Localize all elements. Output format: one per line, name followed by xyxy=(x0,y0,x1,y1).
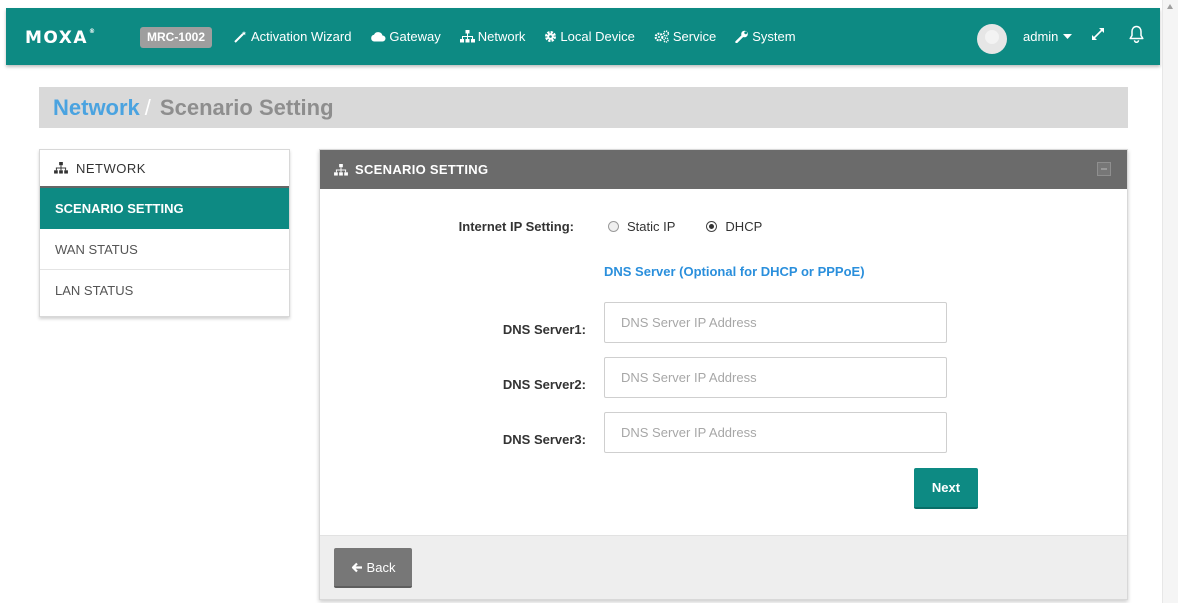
model-badge: MRC-1002 xyxy=(140,27,213,48)
back-button[interactable]: Back xyxy=(334,548,412,588)
dns-server1-input[interactable] xyxy=(604,302,947,343)
gears-icon xyxy=(654,30,669,43)
radio-dhcp[interactable]: DHCP xyxy=(706,219,762,234)
dns-server1-label: DNS Server1: xyxy=(502,322,586,337)
nav-label: Local Device xyxy=(560,29,635,44)
ip-setting-radio-group: Static IP DHCP xyxy=(608,219,793,234)
dns-server3-input[interactable] xyxy=(604,412,947,453)
gear-icon xyxy=(545,31,557,42)
top-navbar: MOXA® MRC-1002 Activation Wizard Gateway… xyxy=(6,8,1160,65)
magic-wand-icon xyxy=(234,31,247,43)
main-nav: Activation Wizard Gateway Network Local … xyxy=(234,8,815,65)
back-label: Back xyxy=(366,559,396,575)
caret-down-icon xyxy=(1063,33,1073,39)
fullscreen-button[interactable] xyxy=(1090,26,1106,47)
breadcrumb-separator: / xyxy=(144,94,151,120)
dns-server2-label: DNS Server2: xyxy=(502,377,586,392)
sidebar-item-wan-status[interactable]: WAN STATUS xyxy=(40,229,289,270)
nav-local-device[interactable]: Local Device xyxy=(544,29,635,44)
moxa-logo[interactable]: MOXA® xyxy=(25,28,97,48)
sidebar-item-scenario-setting[interactable]: SCENARIO SETTING xyxy=(40,188,289,229)
nav-activation-wizard[interactable]: Activation Wizard xyxy=(234,29,351,44)
collapse-button[interactable] xyxy=(1097,162,1111,176)
sidebar-title: NETWORK xyxy=(76,160,146,176)
username: admin xyxy=(1023,29,1059,44)
sidebar: NETWORK SCENARIO SETTING WAN STATUS LAN … xyxy=(39,149,290,317)
panel-title: SCENARIO SETTING xyxy=(355,162,489,177)
cloud-icon xyxy=(371,32,386,42)
expand-icon xyxy=(1092,28,1104,40)
nav-network[interactable]: Network xyxy=(459,29,526,44)
nav-service[interactable]: Service xyxy=(654,29,716,44)
vertical-scrollbar[interactable] xyxy=(1162,0,1178,603)
radio-label: DHCP xyxy=(725,219,763,234)
notification-button[interactable] xyxy=(1129,25,1144,48)
radio-label: Static IP xyxy=(627,219,676,234)
nav-label: Activation Wizard xyxy=(251,29,352,44)
sidebar-header: NETWORK xyxy=(40,150,289,188)
sidebar-item-lan-status[interactable]: LAN STATUS xyxy=(40,270,289,311)
wrench-icon xyxy=(735,30,749,43)
next-button[interactable]: Next xyxy=(914,468,978,509)
dns-server3-label: DNS Server3: xyxy=(502,432,586,447)
bell-icon xyxy=(1129,25,1144,44)
radio-button[interactable] xyxy=(706,221,718,232)
dns-server-note: DNS Server (Optional for DHCP or PPPoE) xyxy=(604,264,865,279)
radio-static-ip[interactable]: Static IP xyxy=(608,219,675,234)
scroll-up-icon[interactable] xyxy=(1167,4,1173,9)
page-title: Scenario Setting xyxy=(159,94,334,120)
nav-label: System xyxy=(752,29,796,44)
panel-header: SCENARIO SETTING xyxy=(320,150,1127,189)
dns-server2-input[interactable] xyxy=(604,357,947,398)
arrow-left-icon xyxy=(351,562,362,572)
avatar[interactable] xyxy=(977,24,1007,54)
nav-label: Service xyxy=(672,29,717,44)
panel-footer: Back xyxy=(320,535,1127,599)
scenario-setting-panel: SCENARIO SETTING Internet IP Setting: St… xyxy=(319,149,1128,600)
internet-ip-setting-label: Internet IP Setting: xyxy=(458,219,574,234)
nav-label: Network xyxy=(477,29,526,44)
breadcrumb-network-link[interactable]: Network xyxy=(53,95,140,121)
breadcrumb: Network / Scenario Setting xyxy=(39,87,1128,128)
nav-label: Gateway xyxy=(389,29,441,44)
sitemap-icon xyxy=(334,163,348,176)
radio-button[interactable] xyxy=(608,221,619,232)
user-menu[interactable]: admin xyxy=(1023,29,1073,44)
nav-system[interactable]: System xyxy=(735,29,796,44)
sitemap-icon xyxy=(459,30,475,43)
nav-gateway[interactable]: Gateway xyxy=(370,29,441,44)
sitemap-icon xyxy=(54,162,68,174)
